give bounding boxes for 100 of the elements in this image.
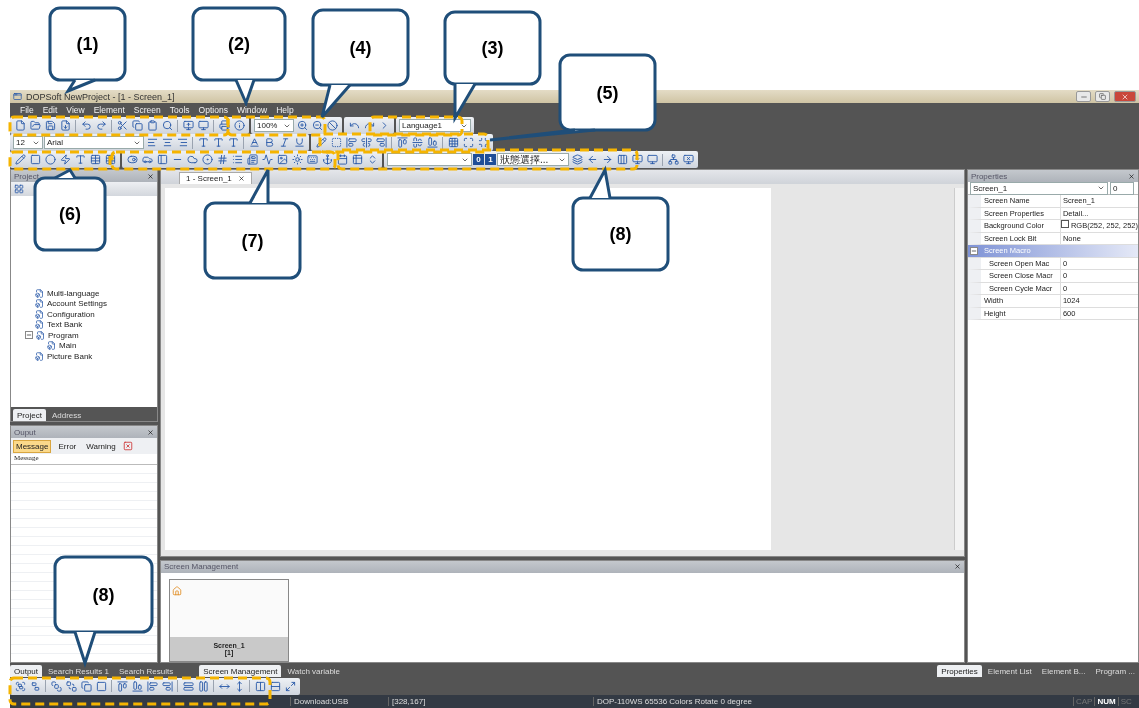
clear-icon[interactable] bbox=[122, 441, 133, 451]
folder-icon[interactable] bbox=[28, 118, 42, 133]
view-icon[interactable] bbox=[14, 184, 24, 194]
panel-tab[interactable]: Properties bbox=[937, 665, 982, 677]
panel-tab[interactable]: Output bbox=[10, 665, 42, 677]
circle-slash-icon[interactable] bbox=[325, 118, 339, 133]
language-dropdown[interactable]: Language1 bbox=[399, 119, 471, 132]
cut-icon[interactable] bbox=[115, 118, 129, 133]
grid-icon[interactable] bbox=[446, 135, 460, 150]
text-size-icon[interactable] bbox=[196, 135, 210, 150]
save-icon[interactable] bbox=[43, 118, 57, 133]
caret-icon[interactable] bbox=[1096, 184, 1105, 192]
align-center-icon[interactable] bbox=[410, 135, 424, 150]
keyboard-icon[interactable] bbox=[305, 152, 319, 167]
panel-tab[interactable]: Search Results 1 bbox=[44, 665, 113, 677]
text-icon[interactable] bbox=[73, 152, 87, 167]
close-icon[interactable] bbox=[147, 172, 154, 180]
stretch-horizontal-icon[interactable] bbox=[181, 679, 195, 693]
panel-tab[interactable]: Project bbox=[13, 409, 46, 421]
align-top-icon[interactable] bbox=[115, 679, 129, 693]
close-icon[interactable] bbox=[1128, 172, 1135, 180]
text-size-icon[interactable] bbox=[211, 135, 225, 150]
align-bottom-icon[interactable] bbox=[130, 679, 144, 693]
panel-tab[interactable]: Watch variable bbox=[283, 665, 345, 677]
number-icon[interactable] bbox=[215, 152, 229, 167]
close-icon[interactable] bbox=[147, 428, 154, 436]
pencil-icon[interactable] bbox=[13, 152, 27, 167]
text-color-icon[interactable] bbox=[247, 135, 261, 150]
select-icon[interactable] bbox=[329, 135, 343, 150]
layers-icon[interactable] bbox=[570, 152, 584, 167]
send-back-icon[interactable] bbox=[64, 679, 78, 693]
panel-tab[interactable]: Program ... bbox=[1091, 665, 1139, 677]
monitor-x-icon[interactable] bbox=[681, 152, 695, 167]
filter-button[interactable]: Warning bbox=[83, 439, 119, 453]
table-icon[interactable] bbox=[350, 152, 364, 167]
tree-item[interactable]: Configuration bbox=[47, 309, 95, 319]
menu-item[interactable]: View bbox=[66, 105, 85, 115]
network-icon[interactable] bbox=[666, 152, 680, 167]
expand-toggle[interactable] bbox=[970, 246, 979, 255]
panel-tab[interactable]: Screen Management bbox=[199, 665, 282, 677]
circle-icon[interactable] bbox=[43, 152, 57, 167]
monitor-icon[interactable] bbox=[645, 152, 659, 167]
panel-tab[interactable]: Search Results bbox=[114, 665, 178, 677]
menu-item[interactable]: Window bbox=[236, 105, 268, 115]
align-left-icon[interactable] bbox=[344, 135, 358, 150]
align-middle-icon[interactable] bbox=[359, 135, 373, 150]
panel-tab[interactable]: Element B... bbox=[1037, 665, 1090, 677]
group-icon[interactable] bbox=[13, 679, 27, 693]
align-top-icon[interactable] bbox=[395, 135, 409, 150]
menu-item[interactable]: Tools bbox=[169, 105, 190, 115]
rows-icon[interactable] bbox=[268, 679, 282, 693]
close-button[interactable] bbox=[1114, 91, 1136, 102]
font-size-dropdown[interactable]: 12 bbox=[13, 136, 43, 149]
calendar-icon[interactable] bbox=[335, 152, 349, 167]
underline-icon[interactable] bbox=[292, 135, 306, 150]
filter-button[interactable]: Message bbox=[13, 439, 52, 453]
search-icon[interactable] bbox=[160, 118, 174, 133]
picture-icon[interactable] bbox=[275, 152, 289, 167]
tree-item[interactable]: Account Settings bbox=[47, 299, 108, 309]
file-arrow-icon[interactable] bbox=[58, 118, 72, 133]
info-icon[interactable] bbox=[232, 118, 246, 133]
menu-item[interactable]: Element bbox=[93, 105, 125, 115]
text-size-icon[interactable] bbox=[226, 135, 240, 150]
pencil-icon[interactable] bbox=[314, 135, 328, 150]
file-icon[interactable] bbox=[13, 118, 27, 133]
monitor-arrow-icon[interactable] bbox=[181, 118, 195, 133]
align-left-icon[interactable] bbox=[145, 679, 159, 693]
restore-button[interactable] bbox=[1095, 91, 1110, 102]
state-one-button[interactable]: 1 bbox=[485, 154, 496, 165]
paste-icon[interactable] bbox=[145, 118, 159, 133]
menu-item[interactable]: Help bbox=[276, 105, 294, 115]
rectangle-icon[interactable] bbox=[28, 152, 42, 167]
panel-icon[interactable] bbox=[155, 152, 169, 167]
redo-icon[interactable] bbox=[94, 118, 108, 133]
square-icon[interactable] bbox=[94, 679, 108, 693]
font-dropdown[interactable]: Arial bbox=[44, 136, 144, 149]
columns-icon[interactable] bbox=[615, 152, 629, 167]
monitor-arrow-icon[interactable] bbox=[630, 152, 644, 167]
panel-tab[interactable]: Address bbox=[47, 409, 86, 421]
expand-toggle[interactable] bbox=[25, 331, 33, 340]
columns-icon[interactable] bbox=[253, 679, 267, 693]
state-dropdown[interactable]: 狀態選擇... bbox=[497, 153, 569, 166]
tree-item[interactable]: Program bbox=[48, 330, 79, 340]
table-icon[interactable] bbox=[88, 152, 102, 167]
menu-item[interactable]: Options bbox=[198, 105, 228, 115]
bring-front-icon[interactable] bbox=[49, 679, 63, 693]
lamp-icon[interactable] bbox=[290, 152, 304, 167]
document-icon[interactable] bbox=[245, 152, 259, 167]
layers-icon[interactable] bbox=[79, 679, 93, 693]
shrink-icon[interactable] bbox=[476, 135, 490, 150]
minimize-button[interactable] bbox=[1076, 91, 1091, 102]
menu-item[interactable]: File bbox=[20, 105, 34, 115]
printer-icon[interactable] bbox=[217, 118, 231, 133]
close-icon[interactable] bbox=[237, 175, 245, 182]
tree-item[interactable]: Text Bank bbox=[47, 320, 83, 330]
grid-icon[interactable] bbox=[103, 152, 117, 167]
menu-item[interactable]: Screen bbox=[133, 105, 161, 115]
align-right-icon[interactable] bbox=[160, 679, 174, 693]
tree-item[interactable]: Picture Bank bbox=[47, 351, 93, 361]
close-icon[interactable] bbox=[953, 563, 961, 571]
